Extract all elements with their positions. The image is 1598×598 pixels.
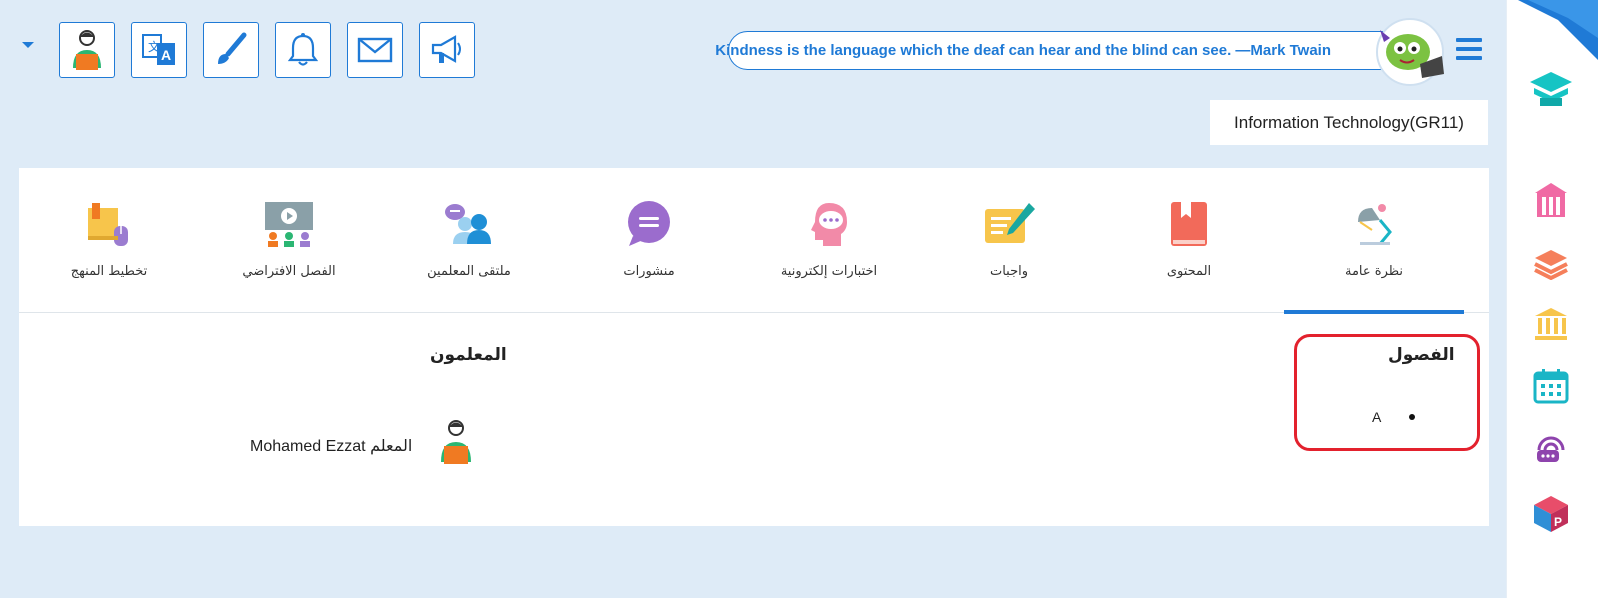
class-name: A bbox=[1372, 409, 1382, 425]
notifications-button[interactable] bbox=[275, 22, 331, 78]
tab-label: تخطيط المنهج bbox=[70, 264, 148, 279]
teacher-name[interactable]: Mohamed Ezzat المعلم bbox=[250, 436, 412, 456]
quote-banner: Kindness is the language which the deaf … bbox=[715, 31, 1416, 70]
messages-button[interactable] bbox=[347, 22, 403, 78]
profile-avatar-icon bbox=[73, 30, 101, 70]
tab-label: اختبارات إلكترونية bbox=[780, 264, 878, 279]
profile-button[interactable] bbox=[59, 22, 115, 78]
sidebar-logo-icon[interactable] bbox=[1527, 66, 1575, 114]
mail-icon bbox=[357, 37, 393, 63]
corner-logo-icon bbox=[1518, 0, 1598, 60]
dropdown-caret-icon[interactable] bbox=[22, 42, 34, 48]
hamburger-menu-icon[interactable] bbox=[1456, 38, 1482, 60]
svg-text:P: P bbox=[1554, 515, 1562, 529]
tab-bar: تخطيط المنهج الفصل الافتراضي ملتقى المعل… bbox=[19, 168, 1489, 314]
tab-overview[interactable]: نظرة عامة bbox=[1284, 168, 1464, 314]
chat-bubble-icon bbox=[628, 201, 670, 246]
course-title-text: Information Technology(GR11) bbox=[1234, 112, 1464, 132]
tab-virtual-class[interactable]: الفصل الافتراضي bbox=[199, 168, 379, 313]
svg-text:文: 文 bbox=[148, 39, 160, 54]
teachers-heading: المعلمون bbox=[430, 345, 507, 365]
theme-button[interactable] bbox=[203, 22, 259, 78]
tab-assignments[interactable]: واجبات bbox=[919, 168, 1099, 313]
institution-icon[interactable] bbox=[1527, 300, 1575, 348]
tab-online-quizzes[interactable]: اختبارات إلكترونية bbox=[739, 168, 919, 313]
right-sidebar: P bbox=[1506, 0, 1598, 598]
tab-posts[interactable]: منشورات bbox=[559, 168, 739, 313]
overview-lamp-icon bbox=[1358, 204, 1392, 245]
teacher-avatar-icon bbox=[441, 420, 471, 464]
school-building-icon[interactable] bbox=[1527, 176, 1575, 224]
curriculum-planning-icon bbox=[88, 203, 128, 246]
tab-label: ملتقى المعلمين bbox=[427, 264, 511, 279]
translate-icon: 文 A bbox=[142, 34, 175, 65]
virtual-class-icon bbox=[265, 202, 313, 247]
assignment-icon bbox=[985, 203, 1035, 243]
announcements-button[interactable] bbox=[419, 22, 475, 78]
paintbrush-icon bbox=[218, 32, 247, 64]
classes-heading: الفصول bbox=[1388, 345, 1455, 365]
book-icon bbox=[1171, 202, 1207, 246]
tab-curriculum-planning[interactable]: تخطيط المنهج bbox=[19, 168, 199, 313]
bell-icon bbox=[288, 33, 318, 66]
course-title: Information Technology(GR11) bbox=[1210, 100, 1488, 145]
class-list-item[interactable]: A bbox=[1372, 409, 1416, 425]
podcast-icon[interactable] bbox=[1527, 422, 1575, 470]
mascot-avatar-icon[interactable] bbox=[1370, 16, 1450, 88]
calendar-icon[interactable] bbox=[1527, 362, 1575, 410]
quote-text: Kindness is the language which the deaf … bbox=[715, 42, 1331, 59]
tab-label: منشورات bbox=[623, 264, 675, 279]
app-cube-icon[interactable]: P bbox=[1527, 490, 1575, 538]
quiz-head-icon bbox=[811, 203, 847, 246]
course-card: تخطيط المنهج الفصل الافتراضي ملتقى المعل… bbox=[19, 168, 1489, 526]
books-stack-icon[interactable] bbox=[1527, 240, 1575, 288]
tab-teachers-forum[interactable]: ملتقى المعلمين bbox=[379, 168, 559, 313]
bullet-icon bbox=[1409, 414, 1416, 420]
tab-label: المحتوى bbox=[1166, 264, 1212, 279]
svg-text:A: A bbox=[161, 47, 171, 63]
tab-label: نظرة عامة bbox=[1344, 264, 1404, 279]
tab-label: الفصل الافتراضي bbox=[242, 264, 336, 279]
megaphone-icon bbox=[431, 35, 461, 63]
tab-label: واجبات bbox=[989, 264, 1029, 279]
teachers-forum-icon bbox=[445, 204, 491, 244]
translate-button[interactable]: 文 A bbox=[131, 22, 187, 78]
tab-content[interactable]: المحتوى bbox=[1099, 168, 1279, 313]
